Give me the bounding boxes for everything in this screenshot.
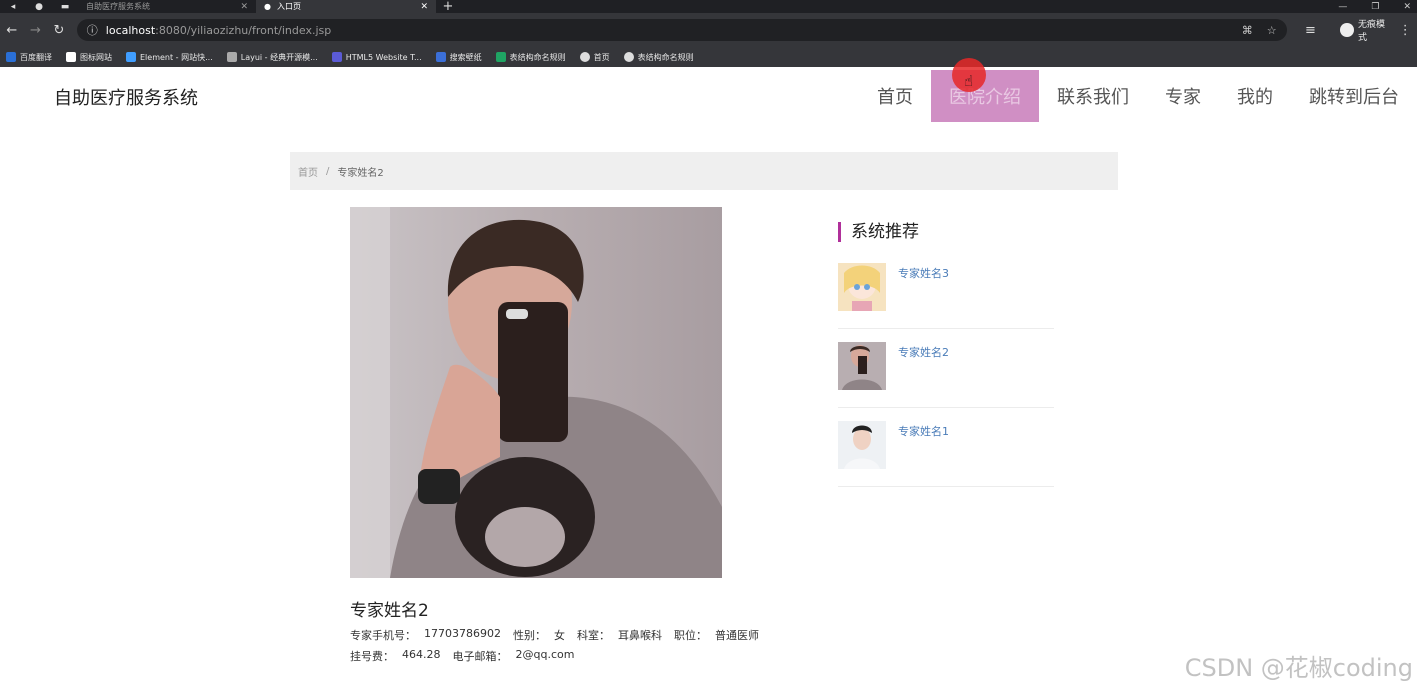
browser-tab-1[interactable]: 自助医疗服务系统 ✕: [78, 0, 256, 13]
browser-toolbar: ← → ↻ ⓘ localhost :8080/yiliaozizhu/fron…: [0, 13, 1417, 47]
browser-logo-icon[interactable]: ●: [26, 0, 52, 13]
layui-logo-icon: [226, 52, 237, 62]
back-arrow-icon[interactable]: ←: [0, 23, 24, 38]
globe-icon: [623, 52, 634, 62]
expert-info-line-2: 挂号费： 464.28 电子邮箱： 2@qq.com: [350, 648, 574, 664]
breadcrumb: 首页 / 专家姓名2: [290, 152, 1118, 190]
nav-admin[interactable]: 跳转到后台: [1291, 70, 1417, 122]
url-host: localhost: [105, 23, 156, 37]
translate-icon[interactable]: ⌘: [1242, 24, 1253, 37]
email-label: 电子邮箱：: [452, 650, 508, 663]
recommend-item[interactable]: 专家姓名1: [838, 421, 1054, 487]
incognito-profile[interactable]: 无痕模式: [1340, 17, 1393, 43]
element-logo-icon: [126, 52, 136, 62]
bookmark-item[interactable]: 表结构命名规则: [495, 52, 566, 63]
browser-tab-2[interactable]: ● 入口页 ✕: [256, 0, 436, 13]
globe-icon: [579, 52, 590, 62]
hand-cursor-icon: ☝: [964, 72, 974, 90]
expert-info-line-1: 专家手机号： 17703786902 性别： 女 科室： 耳鼻喉科 职位： 普通医师: [350, 627, 759, 643]
expert-photo: [350, 207, 722, 578]
breadcrumb-separator: /: [326, 165, 330, 177]
restore-icon[interactable]: ❐: [1371, 2, 1379, 12]
phone-value: 17703786902: [424, 627, 501, 640]
recommend-item-title[interactable]: 专家姓名1: [898, 423, 949, 439]
bookmark-item[interactable]: Element - 网站快...: [126, 52, 213, 63]
nav-experts[interactable]: 专家: [1147, 70, 1219, 122]
flag-icon: [66, 52, 76, 62]
minimize-icon[interactable]: —: [1338, 2, 1347, 12]
gender-label: 性别：: [512, 629, 546, 642]
phone-label: 专家手机号：: [350, 629, 416, 642]
fee-label: 挂号费：: [350, 650, 394, 663]
recommend-item-title[interactable]: 专家姓名2: [898, 344, 949, 360]
html5-icon: [331, 52, 342, 62]
wallpaper-icon: [435, 52, 446, 62]
speaker-icon[interactable]: ◂: [0, 0, 26, 13]
recommend-title: 系统推荐: [838, 222, 919, 242]
browser-tab-bar: ◂ ● ▬ 自助医疗服务系统 ✕ ● 入口页 ✕ + — ❐ ✕: [0, 0, 1417, 14]
recommend-item-title[interactable]: 专家姓名3: [898, 265, 949, 281]
tab-overview-icon[interactable]: ▬: [52, 0, 78, 13]
gender-value: 女: [553, 629, 565, 642]
expert-name: 专家姓名2: [350, 601, 429, 621]
dept-label: 科室：: [576, 629, 610, 642]
bookmark-item[interactable]: 搜索壁纸: [435, 52, 482, 63]
position-label: 职位：: [673, 629, 707, 642]
menu-kebab-icon[interactable]: ⋮: [1393, 23, 1417, 38]
sheet-icon: [495, 52, 506, 62]
bookmark-item[interactable]: Layui - 经典开源模...: [226, 52, 318, 63]
site-header: 自助医疗服务系统 首页 医院介绍 联系我们 专家 我的 跳转到后台: [0, 70, 1417, 122]
incognito-icon: [1340, 23, 1354, 37]
bookmark-favicon-icon: [6, 52, 16, 62]
recommend-thumbnail[interactable]: [838, 342, 886, 390]
tab-label: 自助医疗服务系统: [86, 2, 150, 11]
main-nav: 首页 医院介绍 联系我们 专家 我的 跳转到后台: [859, 70, 1417, 122]
tab-label: 入口页: [276, 2, 301, 11]
nav-contact[interactable]: 联系我们: [1039, 70, 1147, 122]
breadcrumb-home[interactable]: 首页: [298, 164, 318, 179]
reading-list-icon[interactable]: ≡: [1299, 23, 1323, 38]
close-window-icon[interactable]: ✕: [1403, 2, 1411, 12]
bookmark-item[interactable]: 首页: [579, 52, 610, 63]
globe-icon: ●: [264, 2, 271, 11]
recommend-thumbnail[interactable]: [838, 421, 886, 469]
bookmarks-bar: 百度翻译 图标网站 Element - 网站快... Layui - 经典开源模…: [0, 47, 1417, 67]
site-brand[interactable]: 自助医疗服务系统: [54, 84, 198, 110]
recommend-thumbnail[interactable]: [838, 263, 886, 311]
fee-value: 464.28: [402, 648, 441, 661]
email-value: 2@qq.com: [515, 648, 575, 661]
bookmark-item[interactable]: 图标网站: [66, 52, 112, 63]
address-bar[interactable]: ⓘ localhost :8080/yiliaozizhu/front/inde…: [76, 19, 1287, 41]
window-controls: — ❐ ✕: [1338, 2, 1417, 12]
recommend-item[interactable]: 专家姓名3: [838, 263, 1054, 329]
bookmark-star-icon[interactable]: ☆: [1267, 24, 1277, 37]
close-tab-icon[interactable]: ✕: [420, 2, 428, 12]
bookmark-item[interactable]: HTML5 Website T...: [331, 52, 422, 62]
new-tab-button[interactable]: +: [436, 0, 460, 14]
nav-home[interactable]: 首页: [859, 70, 931, 122]
dept-value: 耳鼻喉科: [617, 629, 662, 642]
breadcrumb-current: 专家姓名2: [337, 167, 384, 179]
info-icon[interactable]: ⓘ: [87, 22, 98, 38]
forward-arrow-icon[interactable]: →: [24, 23, 48, 38]
watermark: CSDN @花椒coding: [1184, 654, 1413, 682]
bookmark-item[interactable]: 表结构命名规则: [623, 52, 694, 63]
url-path: :8080/yiliaozizhu/front/index.jsp: [155, 23, 332, 37]
position-value: 普通医师: [714, 629, 759, 642]
nav-mine[interactable]: 我的: [1219, 70, 1291, 122]
recommend-item[interactable]: 专家姓名2: [838, 342, 1054, 408]
reload-icon[interactable]: ↻: [47, 23, 71, 38]
bookmark-item[interactable]: 百度翻译: [6, 52, 52, 63]
close-tab-icon[interactable]: ✕: [240, 2, 248, 12]
profile-label: 无痕模式: [1358, 20, 1386, 43]
